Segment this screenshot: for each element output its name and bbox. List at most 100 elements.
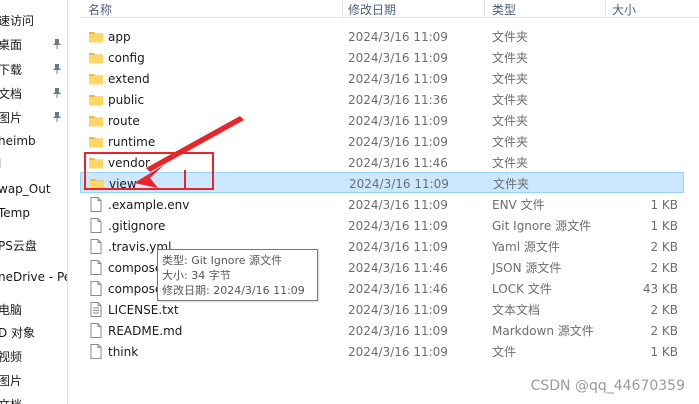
folder-row[interactable]: runtime 2024/3/16 11:09 文件夹 (80, 131, 699, 152)
file-size: 2 KB (650, 302, 678, 317)
file-icon (88, 218, 104, 233)
folder-row[interactable]: config 2024/3/16 11:09 文件夹 (80, 47, 699, 68)
sidebar-item-label: PS云盘 (0, 238, 37, 253)
file-name: README.md (108, 323, 183, 338)
sidebar-item[interactable]: 文档 (0, 393, 67, 404)
sidebar-item[interactable]: 文档 (0, 82, 67, 104)
file-date: 2024/3/16 11:46 (348, 260, 448, 275)
sidebar-item[interactable]: wap_Out (0, 178, 67, 200)
column-divider[interactable] (484, 0, 485, 18)
file-date: 2024/3/16 11:36 (348, 92, 448, 107)
sidebar-item[interactable]: D 对象 (0, 321, 67, 343)
folder-icon (88, 50, 104, 65)
file-name: LICENSE.txt (108, 302, 179, 317)
folder-row[interactable]: vendor 2024/3/16 11:46 文件夹 (80, 152, 699, 173)
file-type: 文件夹 (492, 135, 529, 149)
folder-row[interactable]: public 2024/3/16 11:36 文件夹 (80, 89, 699, 110)
folder-row[interactable]: view 2024/3/16 11:09 文件夹 (80, 172, 684, 193)
file-size: 43 KB (642, 281, 678, 296)
file-type: 文件夹 (492, 156, 529, 170)
folder-icon (88, 155, 104, 170)
file-row[interactable]: .gitignore 2024/3/16 11:09 Git Ignore 源文件 1… (80, 215, 699, 236)
tooltip-date: 修改日期: 2024/3/16 11:09 (162, 284, 305, 297)
file-type: LOCK 文件 (492, 282, 552, 296)
sidebar-item[interactable]: 电脑 (0, 298, 67, 320)
sidebar-item[interactable]: 图片 (0, 369, 67, 391)
sidebar-item[interactable]: 速访问 (0, 9, 67, 31)
folder-icon (88, 71, 104, 86)
folder-row[interactable]: route 2024/3/16 11:09 文件夹 (80, 110, 699, 131)
file-date: 2024/3/16 11:09 (348, 218, 448, 233)
file-size (610, 68, 678, 89)
sidebar-item[interactable]: 图片 (0, 106, 67, 128)
file-name: config (108, 50, 145, 65)
column-size-header[interactable]: 大小 (612, 0, 636, 18)
folder-icon (88, 29, 104, 44)
text-file-icon (88, 302, 104, 317)
sidebar-item[interactable]: 桌面 (0, 33, 67, 55)
file-name: runtime (108, 134, 156, 149)
file-row[interactable]: LICENSE.txt 2024/3/16 11:09 文本文档 2 KB (80, 299, 699, 320)
file-type: 文件夹 (493, 177, 530, 191)
sidebar-item[interactable]: 视频 (0, 345, 67, 367)
sidebar-item[interactable]: PS云盘 (0, 234, 67, 256)
sidebar-item[interactable]: 下载 (0, 58, 67, 80)
column-date-header[interactable]: 修改日期 (348, 0, 396, 18)
pin-icon (52, 63, 62, 75)
file-size (610, 152, 678, 173)
file-name: think (108, 344, 139, 359)
column-type-header[interactable]: 类型 (492, 0, 516, 18)
sidebar-item-label: 视频 (0, 349, 23, 364)
file-type: Yaml 源文件 (492, 240, 560, 254)
file-icon (88, 323, 104, 338)
column-divider[interactable] (605, 0, 606, 18)
file-type: 文件夹 (492, 93, 529, 107)
sidebar-item-label: neDrive - Pe (0, 270, 68, 284)
file-size: 2 KB (650, 260, 678, 275)
sidebar-item[interactable]: Temp (0, 202, 67, 224)
sidebar-item-label: Temp (0, 206, 30, 220)
column-name-header[interactable]: 名称 (88, 0, 112, 18)
sidebar-item[interactable]: heimb (0, 130, 67, 152)
sidebar-item[interactable]: neDrive - Pe (0, 266, 68, 288)
file-size: 2 KB (650, 323, 678, 338)
file-name: public (108, 92, 145, 107)
file-type: 文件夹 (492, 51, 529, 65)
pin-icon (52, 87, 62, 99)
file-name: route (108, 113, 140, 128)
file-name: .example.env (108, 197, 190, 212)
file-icon (88, 344, 104, 359)
file-date: 2024/3/16 11:09 (349, 176, 449, 191)
file-type: Git Ignore 源文件 (492, 219, 592, 233)
file-row[interactable]: README.md 2024/3/16 11:09 Markdown 源文件 2 KB (80, 320, 699, 341)
file-type: 文件 (492, 345, 517, 359)
column-divider[interactable] (342, 0, 343, 18)
navigation-pane: 速访问桌面下载文档图片heimblwap_OutTempPS云盘neDrive … (0, 0, 68, 404)
file-size (610, 47, 678, 68)
tooltip-size: 大小: 34 字节 (162, 269, 231, 282)
file-name: .gitignore (108, 218, 166, 233)
file-size (611, 173, 679, 194)
file-size: 1 KB (650, 218, 678, 233)
folder-row[interactable]: app 2024/3/16 11:09 文件夹 (80, 26, 699, 47)
file-size: 1 KB (650, 197, 678, 212)
file-size: 1 KB (650, 344, 678, 359)
folder-row[interactable]: extend 2024/3/16 11:09 文件夹 (80, 68, 699, 89)
file-row[interactable]: think 2024/3/16 11:09 文件 1 KB (80, 341, 699, 362)
sidebar-item-label: 桌面 (0, 37, 23, 52)
tooltip-type: 类型: Git Ignore 源文件 (162, 254, 283, 267)
file-date: 2024/3/16 11:09 (348, 302, 448, 317)
file-date: 2024/3/16 11:09 (348, 134, 448, 149)
sidebar-item[interactable]: l (0, 153, 67, 175)
file-type: 文本文档 (492, 303, 541, 317)
file-date: 2024/3/16 11:09 (348, 344, 448, 359)
file-row[interactable]: .example.env 2024/3/16 11:09 ENV 文件 1 KB (80, 194, 699, 215)
file-icon (88, 260, 104, 275)
sidebar-item-label: 电脑 (0, 302, 23, 317)
file-name: vendor (108, 155, 150, 170)
sidebar-item-label: 图片 (0, 373, 23, 388)
column-header: 名称 修改日期 类型 大小 (80, 0, 699, 18)
watermark: CSDN @qq_44670359 (530, 378, 685, 394)
file-date: 2024/3/16 11:09 (348, 29, 448, 44)
sidebar-item-label: 图片 (0, 110, 23, 125)
